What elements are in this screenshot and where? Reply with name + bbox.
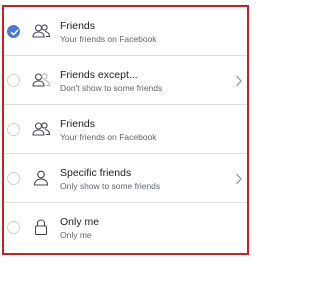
option-title: Specific friends (60, 167, 132, 179)
option-title: Friends except... (60, 69, 138, 81)
option-title: Friends (60, 20, 96, 32)
option-title: Friends (60, 118, 96, 130)
audience-option-specific-friends[interactable]: Specific friends Only show to some frien… (4, 154, 247, 203)
audience-option-friends-except[interactable]: Friends except... Don't show to some fri… (4, 56, 247, 105)
audience-selector-panel: Friends Your friends on Facebook Friends… (2, 5, 249, 255)
option-subtitle: Only me (60, 230, 92, 240)
chevron-right-icon (236, 173, 242, 185)
friends-icon (32, 24, 51, 38)
audience-option-friends-2[interactable]: Friends Your friends on Facebook (4, 105, 247, 154)
option-subtitle: Your friends on Facebook (60, 132, 157, 142)
option-subtitle: Only show to some friends (60, 181, 161, 191)
lock-icon (34, 219, 48, 236)
chevron-right-icon (236, 75, 242, 87)
option-subtitle: Your friends on Facebook (60, 34, 157, 44)
checkmark-icon (10, 29, 19, 36)
radio-button[interactable] (7, 172, 20, 185)
friends-icon (32, 122, 51, 136)
radio-button[interactable] (7, 221, 20, 234)
option-title: Only me (60, 216, 100, 228)
option-subtitle: Don't show to some friends (60, 83, 163, 93)
radio-button[interactable] (7, 123, 20, 136)
audience-option-only-me[interactable]: Only me Only me (4, 203, 247, 252)
radio-button[interactable] (7, 74, 20, 87)
audience-option-friends[interactable]: Friends Your friends on Facebook (4, 7, 247, 56)
specific-friends-icon (33, 170, 49, 186)
friends-except-icon (32, 73, 51, 87)
radio-button-selected[interactable] (7, 25, 20, 38)
